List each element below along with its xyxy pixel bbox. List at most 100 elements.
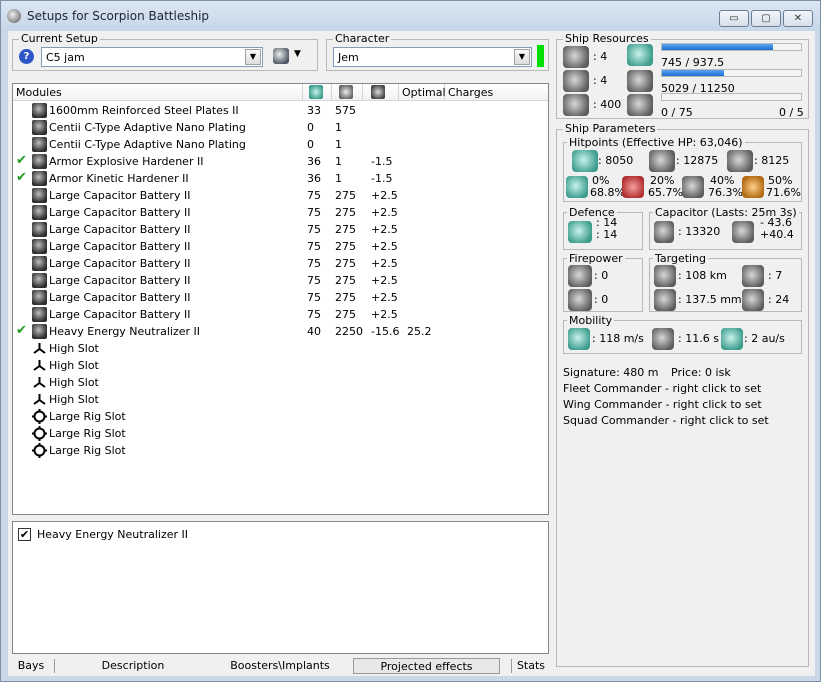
modules-header: Modules Optimal Charges: [13, 84, 548, 101]
table-row[interactable]: ✔ Armor Explosive Hardener II 36 1 -1.5: [13, 153, 548, 170]
restore-button[interactable]: ▢: [751, 10, 781, 27]
table-row[interactable]: High Slot: [13, 357, 548, 374]
modules-list[interactable]: Modules Optimal Charges 1600mm Reinforce…: [12, 83, 549, 515]
table-row[interactable]: Large Capacitor Battery II 75 275 +2.5: [13, 187, 548, 204]
mobility-legend: Mobility: [567, 314, 615, 327]
column-charges[interactable]: Charges: [445, 84, 548, 101]
defence-b: : 14: [596, 228, 618, 241]
module-powergrid: 275: [335, 240, 356, 253]
setup-menu-icon[interactable]: [273, 48, 289, 64]
module-name: Centii C-Type Adaptive Nano Plating: [49, 138, 246, 151]
table-row[interactable]: High Slot: [13, 374, 548, 391]
tab-projected-effects[interactable]: Projected effects: [353, 658, 500, 674]
table-row[interactable]: Large Capacitor Battery II 75 275 +2.5: [13, 272, 548, 289]
chevron-down-icon[interactable]: ▼: [245, 49, 261, 65]
module-online-check-icon[interactable]: ✔: [16, 170, 27, 185]
module-powergrid: 275: [335, 189, 356, 202]
firepower-legend: Firepower: [567, 252, 625, 265]
title-bar[interactable]: Setups for Scorpion Battleship ▭ ▢ ✕: [1, 1, 820, 31]
structure-hp: : 8125: [754, 154, 790, 167]
setup-menu-chevron-icon[interactable]: ▼: [294, 49, 301, 59]
module-capacitor: +2.5: [371, 206, 398, 219]
cpu-value: 745 / 937.5: [661, 56, 725, 69]
table-row[interactable]: High Slot: [13, 340, 548, 357]
cpu-bar: [661, 43, 802, 51]
help-icon[interactable]: ?: [19, 49, 34, 64]
powergrid-bar: [661, 69, 802, 77]
minimize-button[interactable]: ▭: [719, 10, 749, 27]
module-capacitor: +2.5: [371, 291, 398, 304]
table-row[interactable]: ✔ Armor Kinetic Hardener II 36 1 -1.5: [13, 170, 548, 187]
table-row[interactable]: Centii C-Type Adaptive Nano Plating 0 1: [13, 119, 548, 136]
module-online-check-icon[interactable]: ✔: [16, 323, 27, 338]
column-cpu[interactable]: [303, 84, 332, 101]
targeting-legend: Targeting: [653, 252, 709, 265]
column-capacitor[interactable]: [363, 84, 399, 101]
table-row[interactable]: Large Rig Slot: [13, 408, 548, 425]
sensor-strength: : 24: [768, 293, 790, 306]
module-capacitor: +2.5: [371, 274, 398, 287]
tab-boosters-implants[interactable]: Boosters\Implants: [230, 658, 330, 674]
wing-commander[interactable]: Wing Commander - right click to set: [563, 398, 762, 411]
fleet-commander[interactable]: Fleet Commander - right click to set: [563, 382, 761, 395]
squad-commander[interactable]: Squad Commander - right click to set: [563, 414, 769, 427]
defence-icon: [568, 221, 592, 243]
table-row[interactable]: Large Capacitor Battery II 75 275 +2.5: [13, 238, 548, 255]
table-row[interactable]: Large Capacitor Battery II 75 275 +2.5: [13, 289, 548, 306]
tab-bays[interactable]: Bays: [12, 658, 50, 674]
character-select-value: Jem: [338, 51, 359, 64]
module-icon: [32, 273, 47, 288]
module-capacitor: +2.5: [371, 223, 398, 236]
module-cpu: 75: [307, 240, 321, 253]
right-panel: Ship Resources : 4 : 4 : 400 745 / 937.5…: [556, 31, 815, 676]
table-row[interactable]: Large Capacitor Battery II 75 275 +2.5: [13, 204, 548, 221]
ship-parameters-legend: Ship Parameters: [563, 122, 658, 135]
table-row[interactable]: Large Rig Slot: [13, 442, 548, 459]
column-powergrid[interactable]: [332, 84, 363, 101]
em-resist-icon: [566, 176, 588, 198]
module-name: Armor Explosive Hardener II: [49, 155, 204, 168]
module-active-checkbox[interactable]: ✔: [18, 528, 31, 541]
module-name: 1600mm Reinforced Steel Plates II: [49, 104, 239, 117]
module-powergrid: 1: [335, 138, 342, 151]
shield-icon: [572, 150, 598, 172]
table-row[interactable]: Centii C-Type Adaptive Nano Plating 0 1: [13, 136, 548, 153]
module-icon: [32, 324, 47, 339]
table-row[interactable]: Large Capacitor Battery II 75 275 +2.5: [13, 255, 548, 272]
hitpoints-legend: Hitpoints (Effective HP: 63,046): [567, 136, 745, 149]
ship-resources-group: Ship Resources : 4 : 4 : 400 745 / 937.5…: [556, 32, 809, 119]
table-row[interactable]: 1600mm Reinforced Steel Plates II 33 575: [13, 102, 548, 119]
window-title: Setups for Scorpion Battleship: [27, 9, 210, 23]
chevron-down-icon[interactable]: ▼: [514, 49, 530, 65]
module-name: High Slot: [49, 393, 99, 406]
tab-description[interactable]: Description: [88, 658, 178, 674]
module-online-check-icon[interactable]: ✔: [16, 153, 27, 168]
tab-stats[interactable]: Stats: [514, 658, 548, 674]
powergrid-icon: [627, 70, 653, 92]
table-row[interactable]: Large Capacitor Battery II 75 275 +2.5: [13, 306, 548, 323]
table-row[interactable]: Large Rig Slot: [13, 425, 548, 442]
module-icon: [32, 120, 47, 135]
launcher-hardpoints: : 4: [593, 74, 608, 87]
module-cpu: 75: [307, 291, 321, 304]
module-powergrid: 275: [335, 291, 356, 304]
module-name: Large Capacitor Battery II: [49, 240, 191, 253]
module-icon: [32, 222, 47, 237]
table-row[interactable]: ✔ Heavy Energy Neutralizer II 40 2250 -15.6 2…: [13, 323, 548, 340]
app-icon: [7, 9, 21, 23]
column-optimal[interactable]: Optimal: [399, 84, 446, 101]
module-capacitor: -15.6: [371, 325, 400, 338]
character-select[interactable]: Jem ▼: [333, 47, 532, 67]
module-capacitor: +2.5: [371, 240, 398, 253]
targeting-range: : 108 km: [678, 269, 727, 282]
close-button[interactable]: ✕: [783, 10, 813, 27]
module-name: Armor Kinetic Hardener II: [49, 172, 189, 185]
module-cpu: 75: [307, 206, 321, 219]
table-row[interactable]: High Slot: [13, 391, 548, 408]
module-icon: [32, 239, 47, 254]
setup-select[interactable]: C5 jam ▼: [41, 47, 263, 67]
module-powergrid: 275: [335, 206, 356, 219]
column-modules[interactable]: Modules: [13, 84, 303, 101]
table-row[interactable]: Large Capacitor Battery II 75 275 +2.5: [13, 221, 548, 238]
module-capacitor: +2.5: [371, 308, 398, 321]
